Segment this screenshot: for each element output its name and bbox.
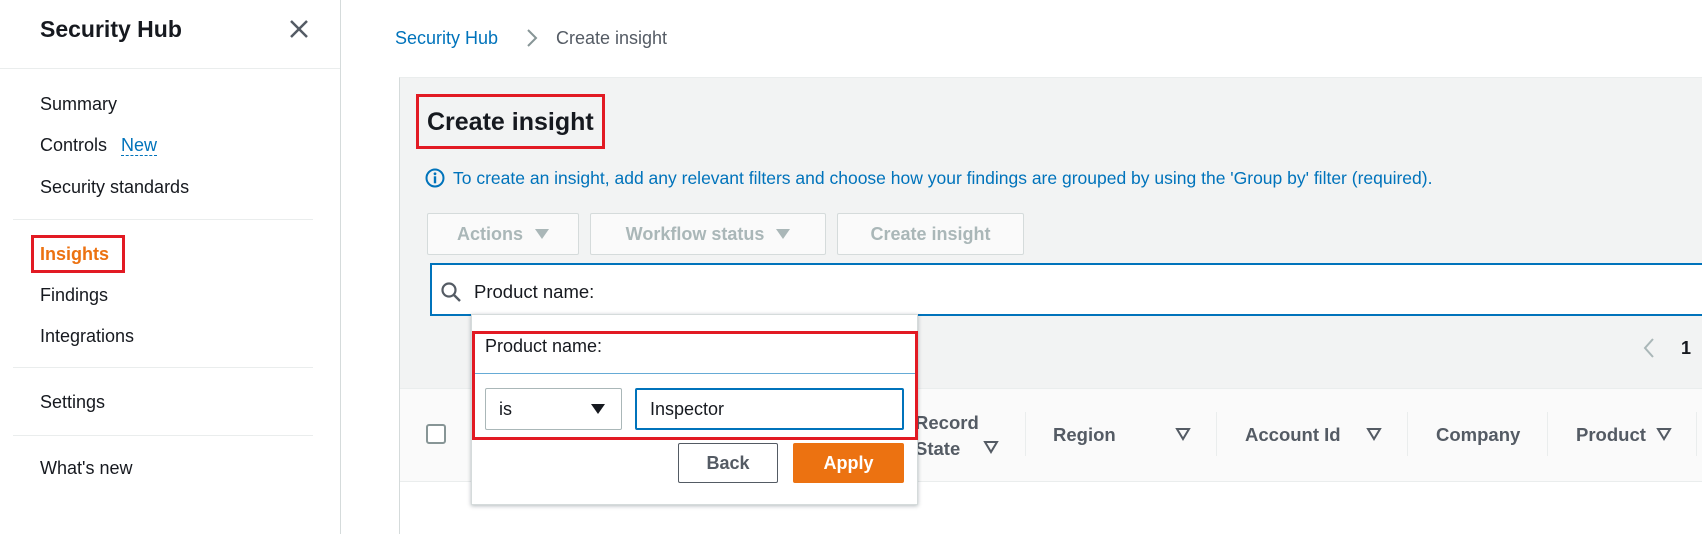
column-separator [1547, 412, 1548, 456]
highlight-box [472, 331, 918, 440]
sort-down-icon[interactable] [983, 440, 999, 454]
column-account-id[interactable]: Account Id [1245, 424, 1341, 446]
sidebar-divider [13, 367, 313, 368]
sidebar-item-settings[interactable]: Settings [40, 392, 105, 413]
breadcrumb-security-hub[interactable]: Security Hub [395, 28, 498, 49]
workflow-status-label: Workflow status [625, 223, 765, 244]
sidebar-divider [13, 435, 313, 436]
caret-down-icon [776, 229, 791, 239]
column-separator [1696, 412, 1697, 456]
sidebar-item-label: Controls [40, 135, 108, 155]
sidebar-title: Security Hub [40, 16, 182, 42]
sidebar-item-findings[interactable]: Findings [40, 285, 108, 306]
select-all-checkbox[interactable] [426, 424, 446, 444]
highlight-box [31, 235, 125, 273]
back-button[interactable]: Back [678, 443, 778, 483]
chevron-right-icon [527, 29, 538, 47]
search-input[interactable] [430, 263, 1702, 316]
search-icon [441, 282, 461, 302]
breadcrumb-current: Create insight [556, 28, 668, 48]
column-record-state[interactable]: Record State [915, 410, 979, 462]
new-badge: New [121, 135, 158, 156]
info-icon [425, 168, 445, 188]
actions-button[interactable]: Actions [427, 213, 579, 255]
caret-down-icon [535, 229, 549, 239]
actions-label: Actions [456, 223, 523, 244]
column-separator [1025, 412, 1026, 456]
create-insight-label: Create insight [870, 223, 991, 244]
create-insight-button[interactable]: Create insight [837, 213, 1024, 255]
sort-down-icon[interactable] [1656, 427, 1672, 441]
close-icon[interactable] [286, 16, 312, 42]
sidebar-item-whats-new[interactable]: What's new [40, 458, 132, 479]
chevron-left-icon[interactable] [1641, 335, 1657, 361]
sidebar-item-integrations[interactable]: Integrations [40, 326, 134, 347]
sidebar-divider [13, 219, 313, 220]
column-separator [1216, 412, 1217, 456]
search-token: Product name: [474, 281, 595, 302]
page-number[interactable]: 1 [1681, 338, 1691, 359]
column-company[interactable]: Company [1436, 424, 1520, 446]
column-product[interactable]: Product [1576, 424, 1646, 446]
workflow-status-button[interactable]: Workflow status [590, 213, 826, 255]
highlight-box [416, 94, 605, 149]
column-separator [1407, 412, 1408, 456]
sidebar-item-summary[interactable]: Summary [40, 94, 117, 115]
sort-down-icon[interactable] [1366, 427, 1382, 441]
sidebar-item-security-standards[interactable]: Security standards [40, 177, 189, 198]
info-text: To create an insight, add any relevant f… [453, 168, 1433, 188]
column-region[interactable]: Region [1053, 424, 1116, 446]
sidebar-item-controls[interactable]: Controls New [40, 135, 158, 156]
apply-button[interactable]: Apply [793, 443, 904, 483]
sort-down-icon[interactable] [1175, 427, 1191, 441]
